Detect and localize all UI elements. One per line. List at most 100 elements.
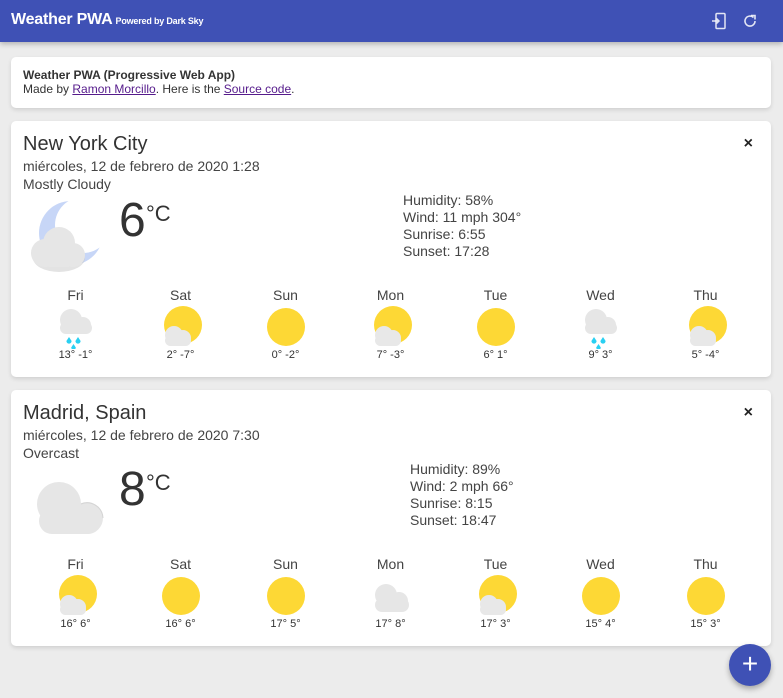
made-by-text: Made by	[23, 82, 73, 96]
day-temps: 6° 1°	[483, 349, 508, 361]
day-temps: 7° -3°	[376, 349, 405, 361]
forecast-row: Fri 16° 6° Sat 16° 6° Sun 17° 5° Mon 17° 8° …	[23, 556, 759, 636]
day-name: Tue	[483, 556, 508, 572]
sunset: Sunset: 18:47	[410, 512, 497, 528]
day-temps: 2° -7°	[166, 349, 195, 361]
powered-by: Powered by Dark Sky	[115, 16, 204, 26]
day-temps: 15° 4°	[585, 618, 616, 630]
app-title-text: Weather PWA	[11, 11, 113, 28]
day-name: Fri	[67, 556, 84, 572]
weather-details: Humidity: 58% Wind: 11 mph 304° Sunrise:…	[403, 192, 521, 260]
app-title: Weather PWA Powered by Dark Sky	[11, 11, 203, 29]
weather-description: Overcast	[23, 445, 80, 461]
day-name: Thu	[693, 556, 718, 572]
day-temps: 13° -1°	[58, 349, 93, 361]
forecast-day: Thu 15° 3°	[653, 556, 758, 636]
day-name: Sat	[169, 556, 191, 572]
install-button[interactable]	[711, 12, 729, 30]
forecast-day: Mon 7° -3°	[338, 287, 443, 367]
sunset: Sunset: 17:28	[403, 243, 490, 259]
add-icon: +	[741, 648, 759, 679]
clear-day-icon	[579, 574, 623, 618]
temperature-unit: °C	[146, 470, 171, 495]
day-temps: 16° 6°	[60, 618, 91, 630]
remove-location-button[interactable]: ×	[744, 404, 753, 422]
city-name: Madrid, Spain	[23, 402, 147, 424]
wind: Wind: 11 mph 304°	[403, 209, 522, 225]
clear-day-icon	[684, 574, 728, 618]
remove-location-button[interactable]: ×	[744, 135, 753, 153]
clear-day-icon	[264, 574, 308, 618]
day-temps: 16° 6°	[165, 618, 196, 630]
sunrise: Sunrise: 8:15	[410, 495, 493, 511]
city-name: New York City	[23, 133, 148, 155]
weather-card-madrid: Madrid, Spain miércoles, 12 de febrero d…	[11, 390, 771, 646]
author-link[interactable]: Ramon Morcillo	[72, 82, 155, 96]
partly-cloudy-night-icon	[25, 195, 111, 279]
day-temps: 9° 3°	[588, 349, 613, 361]
partly-cloudy-day-icon	[684, 305, 728, 349]
forecast-day: Mon 17° 8°	[338, 556, 443, 636]
day-temps: 15° 3°	[690, 618, 721, 630]
forecast-day: Sun 0° -2°	[233, 287, 338, 367]
temperature-unit: °C	[146, 201, 171, 226]
here-is-text: . Here is the	[155, 82, 224, 96]
cloudy-icon	[369, 574, 413, 618]
partly-cloudy-day-icon	[159, 305, 203, 349]
current-temperature: 6	[119, 194, 146, 247]
local-date: miércoles, 12 de febrero de 2020 7:30	[23, 427, 260, 443]
forecast-day: Wed 15° 4°	[548, 556, 653, 636]
day-name: Mon	[376, 287, 405, 303]
day-name: Tue	[483, 287, 508, 303]
day-temps: 0° -2°	[271, 349, 300, 361]
about-card: Weather PWA (Progressive Web App) Made b…	[11, 57, 771, 108]
forecast-row: Fri 13° -1° Sat 2° -7° Sun 0° -2° Mon 7° -3°…	[23, 287, 759, 367]
day-name: Sun	[273, 287, 298, 303]
cloudy-icon	[25, 464, 109, 548]
local-date: miércoles, 12 de febrero de 2020 1:28	[23, 158, 260, 174]
day-name: Wed	[586, 287, 615, 303]
add-location-button[interactable]: +	[729, 644, 771, 686]
forecast-day: Sat 16° 6°	[128, 556, 233, 636]
refresh-button[interactable]	[741, 12, 759, 30]
humidity: Humidity: 58%	[403, 192, 494, 208]
forecast-day: Fri 16° 6°	[23, 556, 128, 636]
humidity: Humidity: 89%	[410, 461, 501, 477]
day-temps: 17° 5°	[270, 618, 301, 630]
about-title: Weather PWA (Progressive Web App)	[23, 68, 236, 82]
forecast-day: Sun 17° 5°	[233, 556, 338, 636]
day-temps: 5° -4°	[691, 349, 720, 361]
forecast-day: Sat 2° -7°	[128, 287, 233, 367]
partly-cloudy-day-icon	[474, 574, 518, 618]
forecast-day: Fri 13° -1°	[23, 287, 128, 367]
clear-day-icon	[264, 305, 308, 349]
clear-day-icon	[159, 574, 203, 618]
sunrise: Sunrise: 6:55	[403, 226, 486, 242]
day-temps: 17° 8°	[375, 618, 406, 630]
wind: Wind: 2 mph 66°	[410, 478, 514, 494]
forecast-day: Wed 9° 3°	[548, 287, 653, 367]
partly-cloudy-day-icon	[54, 574, 98, 618]
rain-icon	[54, 305, 98, 349]
weather-description: Mostly Cloudy	[23, 176, 111, 192]
weather-card-new-york: New York City miércoles, 12 de febrero d…	[11, 121, 771, 377]
day-name: Sat	[169, 287, 191, 303]
refresh-icon	[744, 14, 756, 27]
rain-icon	[579, 305, 623, 349]
day-name: Wed	[586, 556, 615, 572]
forecast-day: Tue 6° 1°	[443, 287, 548, 367]
day-name: Sun	[273, 556, 298, 572]
install-icon	[712, 12, 726, 30]
day-name: Thu	[693, 287, 718, 303]
app-header: Weather PWA Powered by Dark Sky	[0, 0, 783, 42]
day-name: Mon	[376, 556, 405, 572]
source-code-link[interactable]: Source code	[224, 82, 291, 96]
day-name: Fri	[67, 287, 84, 303]
weather-details: Humidity: 89% Wind: 2 mph 66° Sunrise: 8…	[410, 461, 514, 529]
current-temperature: 8	[119, 463, 146, 516]
about-end-text: .	[291, 82, 295, 96]
about-line: Made by Ramon Morcillo. Here is the Sour…	[23, 82, 294, 96]
forecast-day: Thu 5° -4°	[653, 287, 758, 367]
forecast-day: Tue 17° 3°	[443, 556, 548, 636]
partly-cloudy-day-icon	[369, 305, 413, 349]
